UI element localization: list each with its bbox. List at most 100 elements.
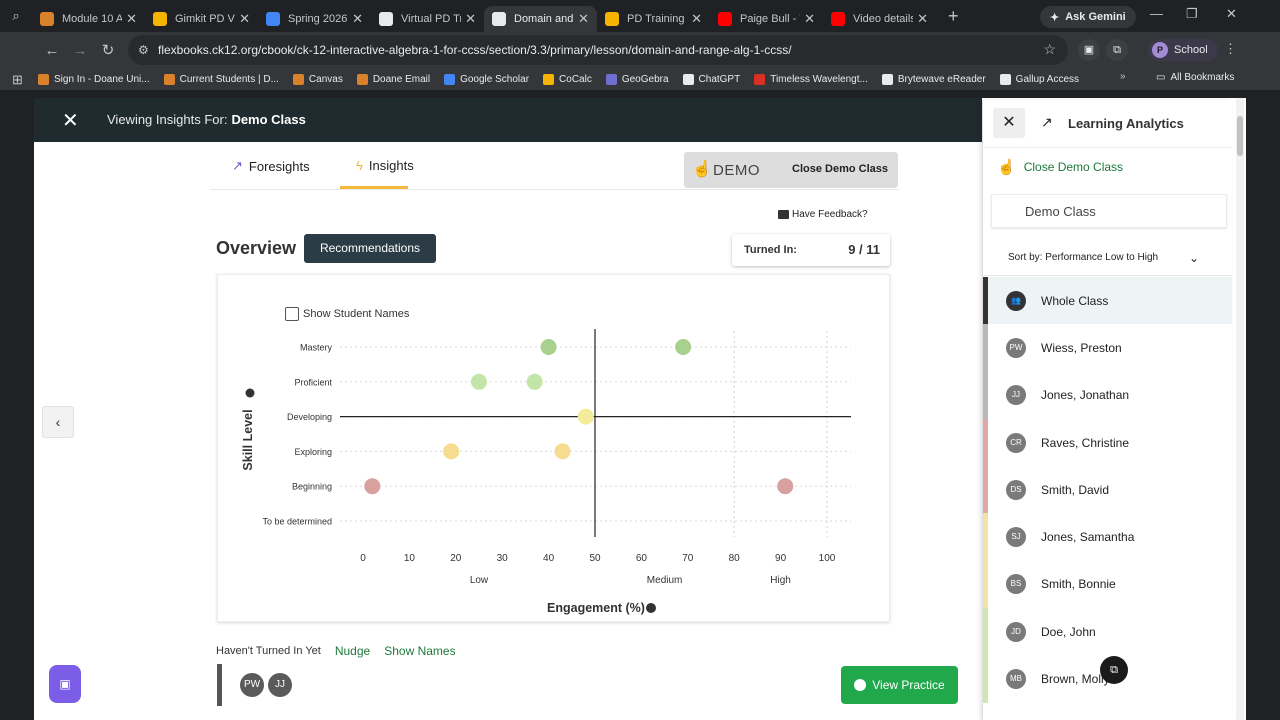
overview-title: Overview	[216, 238, 297, 258]
have-feedback-link[interactable]: Have Feedback?	[778, 209, 868, 220]
student-list-item[interactable]: JD Doe, John	[983, 608, 1232, 656]
bookmark-item[interactable]: Sign In - Doane Uni...	[38, 73, 150, 85]
bookmark-item[interactable]: CoCalc	[543, 73, 592, 85]
show-names-checkbox[interactable]	[285, 307, 299, 321]
browser-tab[interactable]: Gimkit PD Vir ✕	[145, 6, 258, 32]
student-list-item[interactable]: PW Wiess, Preston	[983, 324, 1232, 372]
browser-tab[interactable]: PD Training S ✕	[597, 6, 710, 32]
student-list-item[interactable]: CR Raves, Christine	[983, 418, 1232, 467]
profile-button[interactable]: P School	[1148, 39, 1218, 61]
profile-avatar: P	[1152, 42, 1168, 58]
tab-title: Gimkit PD Vir	[175, 13, 236, 25]
panel-close-demo-link[interactable]: ☝ Close Demo Class	[997, 158, 1123, 176]
feedback-label: Have Feedback?	[792, 209, 868, 220]
bookmark-star-icon[interactable]: ☆	[1043, 41, 1056, 58]
extensions-puzzle-icon[interactable]: ⧉	[1106, 39, 1128, 61]
tab-close-icon[interactable]: ✕	[352, 11, 363, 27]
hand-pointer-icon: ☝	[692, 161, 712, 178]
tab-close-icon[interactable]: ✕	[126, 11, 137, 27]
bookmark-favicon-icon	[881, 73, 893, 85]
student-list-item[interactable]: BS Smith, Bonnie	[983, 560, 1232, 609]
y-tick-label: Exploring	[294, 447, 332, 457]
tab-search-icon[interactable]: ⌕	[0, 0, 32, 32]
nudge-link[interactable]: Nudge	[335, 644, 370, 658]
browser-tab[interactable]: Domain and R ✕	[484, 6, 597, 32]
tab-title: PD Training S	[627, 13, 687, 25]
x-band-label: High	[770, 575, 791, 586]
view-practice-button[interactable]: View Practice	[841, 666, 958, 704]
minimize-icon[interactable]: —	[1150, 6, 1163, 21]
browser-tab[interactable]: Video details ✕	[823, 6, 936, 32]
apps-icon[interactable]: ⊞	[12, 72, 23, 88]
learning-analytics-panel: ✕ ↗ Learning Analytics ☝ Close Demo Class…	[982, 100, 1232, 720]
browser-tab[interactable]: Virtual PD Tra ✕	[371, 6, 484, 32]
browser-tab[interactable]: Module 10 A ✕	[32, 6, 145, 32]
tab-foresights[interactable]: ↗ Foresights	[232, 158, 310, 174]
page-scrollbar[interactable]	[1236, 98, 1244, 720]
tab-close-icon[interactable]: ✕	[239, 11, 250, 27]
whole-class-item[interactable]: 👥 Whole Class	[983, 277, 1232, 325]
student-list-item[interactable]: SJ Jones, Samantha	[983, 513, 1232, 561]
bookmark-item[interactable]: Gallup Access	[999, 73, 1079, 85]
info-icon	[646, 603, 656, 613]
viewing-label: Viewing Insights For:	[107, 112, 228, 127]
panel-close-demo-label: Close Demo Class	[1023, 160, 1124, 174]
scrollbar-thumb[interactable]	[1237, 116, 1243, 156]
tab-favicon-icon	[831, 12, 845, 26]
ask-gemini-button[interactable]: ✦ Ask Gemini	[1040, 6, 1136, 28]
new-tab-icon[interactable]: +	[948, 6, 959, 27]
panel-floating-button[interactable]: ⧉	[1100, 656, 1128, 684]
extension-icon[interactable]: ▣	[1078, 39, 1100, 61]
browser-menu-icon[interactable]: ⋮	[1224, 41, 1237, 57]
bookmark-item[interactable]: Canvas	[292, 73, 343, 85]
tab-close-icon[interactable]: ✕	[691, 11, 702, 27]
bookmark-item[interactable]: Timeless Wavelengt...	[754, 73, 868, 85]
x-tick-label: 0	[360, 553, 366, 564]
more-bookmarks-icon[interactable]: »	[1120, 71, 1126, 82]
tab-close-icon[interactable]: ✕	[465, 11, 476, 27]
bookmark-item[interactable]: Google Scholar	[444, 73, 529, 85]
tab-close-icon[interactable]: ✕	[804, 11, 815, 27]
data-point	[526, 373, 543, 390]
view-practice-label: View Practice	[872, 678, 945, 692]
tab-close-icon[interactable]: ✕	[578, 11, 589, 27]
panel-title: Learning Analytics	[1068, 116, 1184, 131]
forward-icon[interactable]: →	[66, 42, 94, 59]
close-demo-class-button[interactable]: Close Demo Class	[792, 163, 888, 175]
bookmark-item[interactable]: Current Students | D...	[163, 73, 279, 85]
bookmark-item[interactable]: GeoGebra	[605, 73, 669, 85]
floating-widget-button[interactable]: ▣	[49, 665, 81, 703]
show-names-link[interactable]: Show Names	[384, 644, 455, 658]
student-list-item[interactable]: DS Smith, David	[983, 466, 1232, 514]
sort-by-dropdown[interactable]: Sort by: Performance Low to High ⌄	[983, 240, 1232, 276]
tab-insights[interactable]: ϟ Insights	[356, 158, 414, 173]
maximize-icon[interactable]: ❐	[1186, 6, 1198, 22]
show-student-names-toggle[interactable]: Show Student Names	[285, 307, 409, 321]
recommendations-button[interactable]: Recommendations	[304, 234, 436, 263]
panel-class-selector[interactable]: Demo Class	[991, 194, 1227, 228]
address-bar[interactable]: ⚙ flexbooks.ck12.org/cbook/ck-12-interac…	[128, 35, 1068, 65]
student-list-item[interactable]: JJ Jones, Jonathan	[983, 371, 1232, 419]
tab-close-icon[interactable]: ✕	[917, 11, 928, 27]
sort-value: Performance Low to High	[1045, 252, 1159, 263]
site-info-icon[interactable]: ⚙	[138, 43, 149, 57]
reload-icon[interactable]: ↻	[94, 41, 122, 59]
tab-insights-label: Insights	[368, 158, 414, 173]
bookmark-item[interactable]: ChatGPT	[682, 73, 740, 85]
browser-tabs: Module 10 A✕Gimkit PD Vir✕Spring 2026 V✕…	[32, 0, 936, 32]
previous-arrow-button[interactable]: ‹	[42, 406, 74, 438]
all-bookmarks-button[interactable]: ▭ All Bookmarks	[1156, 72, 1234, 83]
close-insights-icon[interactable]: ✕	[62, 108, 79, 133]
bookmark-item[interactable]: Brytewave eReader	[881, 73, 986, 85]
bookmark-item[interactable]: Doane Email	[356, 73, 430, 85]
data-point	[364, 478, 381, 495]
browser-tab[interactable]: Spring 2026 V ✕	[258, 6, 371, 32]
close-panel-button[interactable]: ✕	[993, 108, 1025, 138]
sort-prefix: Sort by:	[1008, 252, 1043, 263]
student-avatar[interactable]: PW	[240, 673, 264, 697]
back-icon[interactable]: ←	[38, 42, 66, 59]
close-window-icon[interactable]: ✕	[1226, 6, 1237, 22]
page-right-gutter	[1246, 98, 1280, 720]
browser-tab[interactable]: Paige Bull - Yo ✕	[710, 6, 823, 32]
student-avatar[interactable]: JJ	[268, 673, 292, 697]
